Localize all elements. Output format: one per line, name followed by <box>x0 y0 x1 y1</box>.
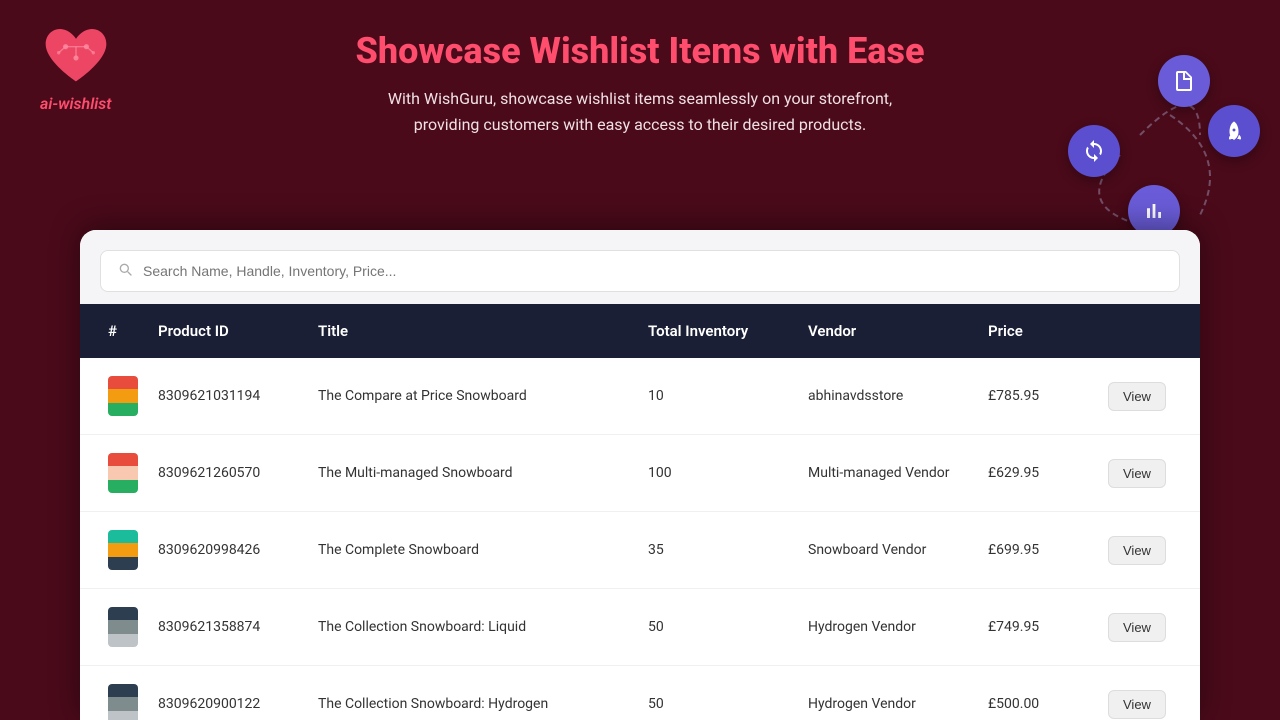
product-id-cell: 8309620998426 <box>150 524 310 576</box>
col-title: Title <box>310 304 640 358</box>
vendor-cell: Snowboard Vendor <box>800 524 980 576</box>
price-cell: £629.95 <box>980 447 1100 499</box>
product-thumbnail <box>108 530 138 570</box>
vendor-cell: Multi-managed Vendor <box>800 447 980 499</box>
inventory-cell: 10 <box>640 370 800 422</box>
price-cell: £749.95 <box>980 601 1100 653</box>
rocket-icon <box>1208 105 1260 157</box>
table-row: 8309621358874 The Collection Snowboard: … <box>80 589 1200 666</box>
col-hash: # <box>100 304 150 358</box>
product-id-cell: 8309621260570 <box>150 447 310 499</box>
product-thumb-cell <box>100 666 150 720</box>
inventory-cell: 50 <box>640 601 800 653</box>
page-subtitle: With WishGuru, showcase wishlist items s… <box>300 86 980 137</box>
view-button[interactable]: View <box>1108 613 1166 642</box>
view-button[interactable]: View <box>1108 382 1166 411</box>
action-cell[interactable]: View <box>1100 595 1180 660</box>
product-title-cell: The Collection Snowboard: Liquid <box>310 601 640 653</box>
product-id-cell: 8309621358874 <box>150 601 310 653</box>
col-price: Price <box>980 304 1100 358</box>
col-action <box>1100 313 1180 349</box>
search-bar-area <box>80 230 1200 292</box>
table-header: # Product ID Title Total Inventory Vendo… <box>80 304 1200 358</box>
search-input[interactable] <box>143 263 1163 279</box>
action-cell[interactable]: View <box>1100 364 1180 429</box>
action-cell[interactable]: View <box>1100 441 1180 506</box>
col-product-id: Product ID <box>150 304 310 358</box>
view-button[interactable]: View <box>1108 690 1166 719</box>
product-thumbnail <box>108 453 138 493</box>
page-title: Showcase Wishlist Items with Ease <box>200 30 1080 72</box>
table-row: 8309620998426 The Complete Snowboard 35 … <box>80 512 1200 589</box>
product-title-cell: The Compare at Price Snowboard <box>310 370 640 422</box>
table-wrapper: # Product ID Title Total Inventory Vendo… <box>80 304 1200 720</box>
product-id-cell: 8309621031194 <box>150 370 310 422</box>
product-title-cell: The Collection Snowboard: Hydrogen <box>310 678 640 720</box>
action-cell[interactable]: View <box>1100 518 1180 583</box>
sync-icon <box>1068 125 1120 177</box>
product-thumbnail <box>108 607 138 647</box>
product-thumb-cell <box>100 435 150 511</box>
product-thumbnail <box>108 684 138 720</box>
price-cell: £500.00 <box>980 678 1100 720</box>
product-thumb-cell <box>100 358 150 434</box>
inventory-cell: 35 <box>640 524 800 576</box>
vendor-cell: Hydrogen Vendor <box>800 678 980 720</box>
action-cell[interactable]: View <box>1100 672 1180 720</box>
table-row: 8309621031194 The Compare at Price Snowb… <box>80 358 1200 435</box>
product-title-cell: The Multi-managed Snowboard <box>310 447 640 499</box>
product-id-cell: 8309620900122 <box>150 678 310 720</box>
search-icon <box>117 261 133 281</box>
main-container: # Product ID Title Total Inventory Vendo… <box>80 230 1200 720</box>
product-thumb-cell <box>100 512 150 588</box>
view-button[interactable]: View <box>1108 459 1166 488</box>
product-thumb-cell <box>100 589 150 665</box>
product-title-cell: The Complete Snowboard <box>310 524 640 576</box>
table-row: 8309620900122 The Collection Snowboard: … <box>80 666 1200 720</box>
inventory-cell: 100 <box>640 447 800 499</box>
table-row: 8309621260570 The Multi-managed Snowboar… <box>80 435 1200 512</box>
doc-icon <box>1158 55 1210 107</box>
inventory-cell: 50 <box>640 678 800 720</box>
product-thumbnail <box>108 376 138 416</box>
search-input-wrapper <box>100 250 1180 292</box>
col-inventory: Total Inventory <box>640 304 800 358</box>
col-vendor: Vendor <box>800 304 980 358</box>
table-body: 8309621031194 The Compare at Price Snowb… <box>80 358 1200 720</box>
price-cell: £699.95 <box>980 524 1100 576</box>
vendor-cell: abhinavdsstore <box>800 370 980 422</box>
price-cell: £785.95 <box>980 370 1100 422</box>
view-button[interactable]: View <box>1108 536 1166 565</box>
vendor-cell: Hydrogen Vendor <box>800 601 980 653</box>
